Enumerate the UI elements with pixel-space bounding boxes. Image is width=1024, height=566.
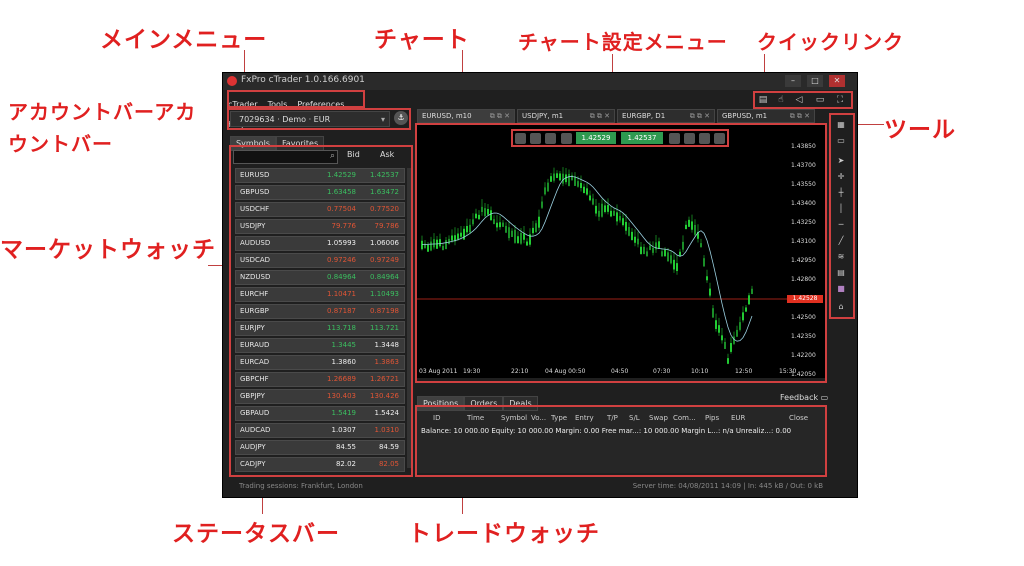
chart-tab-eurgbp[interactable]: EURGBP, D1 ⧉ ⧉ ✕ <box>617 109 715 123</box>
callout-status-bar: ステータスバー <box>172 521 340 547</box>
callout-chart-settings-menu: チャート設定メニュー <box>518 30 728 54</box>
price-tick-label: 1.43400 <box>791 200 816 207</box>
time-tick-label: 10:10 <box>691 368 709 375</box>
price-tick-label: 1.42500 <box>791 314 816 321</box>
chart-tabs: EURUSD, m10 ⧉ ⧉ ✕ USDJPY, m1 ⧉ ⧉ ✕ EURGBP,… <box>417 109 825 123</box>
price-tick-label: 1.42200 <box>791 352 816 359</box>
price-tick-label: 1.42800 <box>791 276 816 283</box>
speech-bubble-icon: ▭ <box>820 393 829 402</box>
price-tick-label: 1.43700 <box>791 162 816 169</box>
tools-outline <box>829 113 855 319</box>
callout-quick-link: クイックリンク <box>757 30 904 54</box>
time-tick-label: 07:30 <box>653 368 671 375</box>
callout-account-bar-2: ウントバー <box>8 132 113 156</box>
callout-market-watch: マーケットウォッチ <box>0 237 216 263</box>
time-tick-label: 19:30 <box>463 368 481 375</box>
time-tick-label: 03 Aug 2011 <box>419 368 458 375</box>
close-tab-icon[interactable]: ⧉ ⧉ ✕ <box>790 110 810 122</box>
callout-trade-watch: トレードウォッチ <box>408 521 600 547</box>
leader-tools <box>856 124 884 125</box>
feedback-link[interactable]: Feedback ▭ <box>780 393 828 402</box>
callout-chart: チャート <box>374 27 470 53</box>
chart-settings-outline <box>511 129 729 147</box>
quick-links-outline <box>753 91 853 109</box>
price-tick-label: 1.42350 <box>791 333 816 340</box>
market-watch-outline <box>229 145 413 477</box>
callout-tools: ツール <box>884 117 956 143</box>
status-bar: Trading sessions: Frankfurt, London Serv… <box>223 478 857 494</box>
time-tick-label: 12:50 <box>735 368 753 375</box>
chart-outline <box>415 123 827 383</box>
chart-tab-usdjpy[interactable]: USDJPY, m1 ⧉ ⧉ ✕ <box>517 109 615 123</box>
chart-tab-eurusd[interactable]: EURUSD, m10 ⧉ ⧉ ✕ <box>417 109 515 123</box>
maximize-button[interactable]: □ <box>807 75 823 87</box>
price-tick-label: 1.42950 <box>791 257 816 264</box>
price-tick-label: 1.43250 <box>791 219 816 226</box>
time-tick-label: 04:50 <box>611 368 629 375</box>
time-tick-label: 22:10 <box>511 368 529 375</box>
time-tick-label: 04 Aug 00:50 <box>545 368 586 375</box>
price-tick-label: 1.43550 <box>791 181 816 188</box>
minimize-button[interactable]: – <box>785 75 801 87</box>
current-price-label: 1.42528 <box>787 295 823 303</box>
app-window: FxPro cTrader 1.0.166.6901 – □ ✕ cTrader… <box>222 72 858 498</box>
symbol-tabs: Symbols Favorites <box>230 131 325 151</box>
account-bar-outline <box>227 108 411 130</box>
callout-account-bar: アカウントバーアカ <box>8 100 197 124</box>
app-logo-icon <box>227 76 237 86</box>
trade-watch-outline <box>415 405 827 477</box>
main-menu-outline <box>227 90 365 108</box>
trading-sessions: Trading sessions: Frankfurt, London <box>239 482 363 490</box>
chart-tab-gbpusd[interactable]: GBPUSD, m1 ⧉ ⧉ ✕ <box>717 109 815 123</box>
close-button[interactable]: ✕ <box>829 75 845 87</box>
window-title: FxPro cTrader 1.0.166.6901 <box>241 75 365 85</box>
close-tab-icon[interactable]: ⧉ ⧉ ✕ <box>490 110 510 122</box>
close-tab-icon[interactable]: ⧉ ⧉ ✕ <box>690 110 710 122</box>
callout-main-menu: メインメニュー <box>100 27 268 53</box>
server-time: Server time: 04/08/2011 14:09 | In: 445 … <box>632 482 823 490</box>
close-tab-icon[interactable]: ⧉ ⧉ ✕ <box>590 110 610 122</box>
price-tick-label: 1.43100 <box>791 238 816 245</box>
price-tick-label: 1.43850 <box>791 143 816 150</box>
title-bar: FxPro cTrader 1.0.166.6901 – □ ✕ <box>223 73 857 90</box>
time-tick-label: 15:30 <box>779 368 797 375</box>
